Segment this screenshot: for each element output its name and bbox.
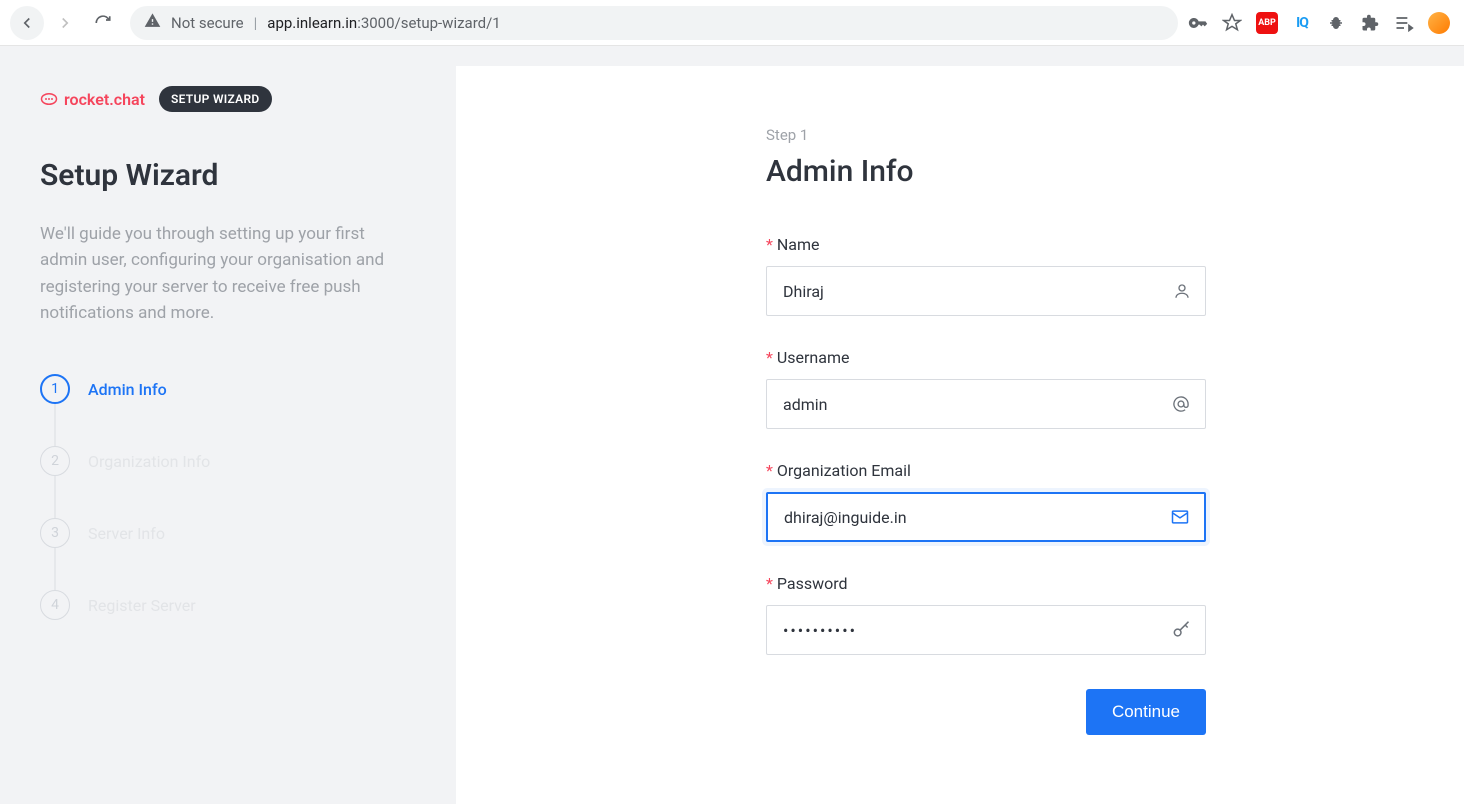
key-icon — [1171, 620, 1191, 640]
page-body: rocket.chat SETUP WIZARD Setup Wizard We… — [0, 46, 1464, 804]
step-indicator: Step 1 — [766, 126, 1206, 144]
step-number: 3 — [40, 518, 70, 548]
extension-icons: ABP IQ — [1188, 12, 1454, 34]
step-connector — [54, 548, 56, 590]
field-password: *Password — [766, 574, 1206, 655]
password-input-wrap[interactable] — [766, 605, 1206, 655]
logo-row: rocket.chat SETUP WIZARD — [40, 86, 416, 112]
nav-back-button[interactable] — [10, 6, 44, 40]
not-secure-label: Not secure — [171, 14, 244, 32]
profile-avatar[interactable] — [1428, 12, 1450, 34]
continue-button[interactable]: Continue — [1086, 689, 1206, 735]
username-input[interactable] — [783, 395, 1159, 414]
playlist-icon[interactable] — [1394, 13, 1414, 33]
password-label: *Password — [766, 574, 1206, 593]
step-organization-info[interactable]: 2 Organization Info — [40, 446, 416, 476]
puzzle-icon[interactable] — [1360, 13, 1380, 33]
step-server-info[interactable]: 3 Server Info — [40, 518, 416, 548]
step-label: Register Server — [88, 596, 196, 615]
nav-reload-button[interactable] — [86, 6, 120, 40]
mail-icon — [1170, 507, 1190, 527]
iq-icon[interactable]: IQ — [1292, 13, 1312, 33]
username-input-wrap[interactable] — [766, 379, 1206, 429]
password-input[interactable] — [783, 621, 1159, 640]
key-icon[interactable] — [1188, 13, 1208, 33]
logo-text: rocket.chat — [64, 90, 145, 109]
field-name: *Name — [766, 235, 1206, 316]
button-row: Continue — [766, 689, 1206, 735]
star-icon[interactable] — [1222, 13, 1242, 33]
sidebar-description: We'll guide you through setting up your … — [40, 221, 410, 326]
step-connector — [54, 476, 56, 518]
field-username: *Username — [766, 348, 1206, 429]
setup-wizard-badge: SETUP WIZARD — [159, 86, 272, 112]
rocketchat-icon — [40, 90, 58, 108]
step-admin-info[interactable]: 1 Admin Info — [40, 374, 416, 404]
step-label: Admin Info — [88, 380, 167, 399]
address-separator: | — [254, 14, 258, 32]
name-label: *Name — [766, 235, 1206, 254]
warning-icon — [144, 12, 161, 33]
at-icon — [1171, 394, 1191, 414]
abp-icon[interactable]: ABP — [1256, 12, 1278, 34]
email-input-wrap[interactable] — [766, 492, 1206, 542]
main-panel: Step 1 Admin Info *Name *Username — [456, 66, 1464, 804]
step-number: 1 — [40, 374, 70, 404]
address-bar[interactable]: Not secure | app.inlearn.in:3000/setup-w… — [130, 6, 1178, 40]
email-label: *Organization Email — [766, 461, 1206, 480]
step-register-server[interactable]: 4 Register Server — [40, 590, 416, 620]
step-number: 4 — [40, 590, 70, 620]
wizard-sidebar: rocket.chat SETUP WIZARD Setup Wizard We… — [0, 46, 456, 804]
sidebar-title: Setup Wizard — [40, 158, 416, 193]
url-text: app.inlearn.in:3000/setup-wizard/1 — [267, 14, 500, 32]
rocketchat-logo: rocket.chat — [40, 90, 145, 109]
step-connector — [54, 404, 56, 446]
name-input[interactable] — [783, 282, 1159, 301]
email-input[interactable] — [784, 508, 1158, 527]
username-label: *Username — [766, 348, 1206, 367]
name-input-wrap[interactable] — [766, 266, 1206, 316]
user-icon — [1173, 282, 1191, 300]
step-label: Server Info — [88, 524, 165, 543]
wizard-steps: 1 Admin Info 2 Organization Info 3 Serve… — [40, 374, 416, 620]
step-number: 2 — [40, 446, 70, 476]
form-title: Admin Info — [766, 154, 1206, 189]
step-label: Organization Info — [88, 452, 210, 471]
field-email: *Organization Email — [766, 461, 1206, 542]
browser-toolbar: Not secure | app.inlearn.in:3000/setup-w… — [0, 0, 1464, 46]
nav-forward-button[interactable] — [48, 6, 82, 40]
bug-icon[interactable] — [1326, 13, 1346, 33]
